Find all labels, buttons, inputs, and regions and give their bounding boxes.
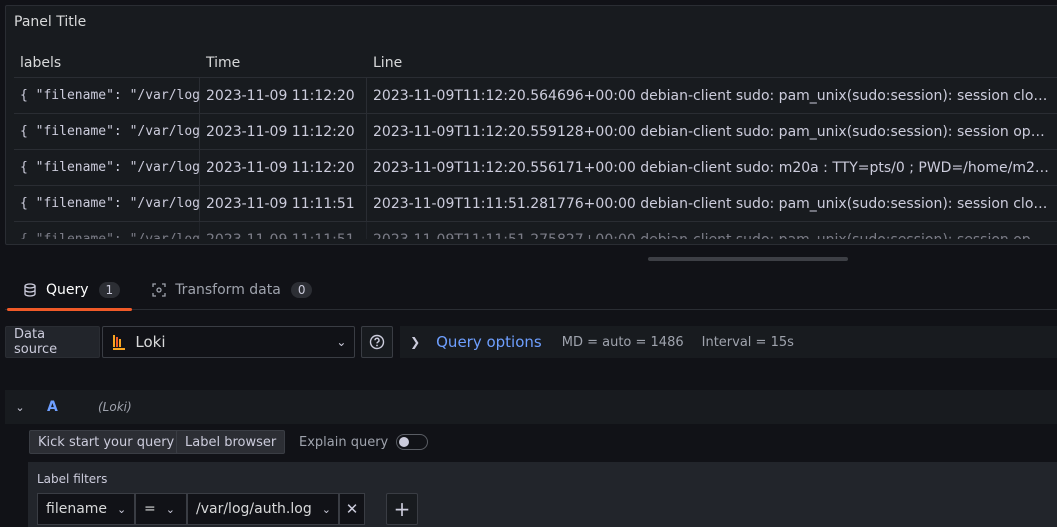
table-header: labels Time Line xyxy=(14,49,1057,78)
label-filters-section: Label filters filename ⌄ = ⌄ /var/log/au… xyxy=(28,462,1057,527)
label-browser-button[interactable]: Label browser xyxy=(176,430,286,454)
explain-query-label: Explain query xyxy=(299,434,389,450)
datasource-row: Data source Loki ⌄ ❯ Query options MD = … xyxy=(5,326,1057,358)
query-row-header: ⌄ A (Loki) xyxy=(5,390,1057,424)
time-cell: 2023-11-09 11:12:20 xyxy=(200,150,367,185)
tab-query[interactable]: Query 1 xyxy=(5,270,134,311)
labels-cell: { "filename": "/var/log/auth.log" } xyxy=(14,222,200,239)
table-row[interactable]: { "filename": "/var/log/auth.log" }2023-… xyxy=(14,222,1057,239)
loki-logo-icon xyxy=(111,333,127,351)
database-icon xyxy=(23,283,37,297)
line-text: /lo… xyxy=(1052,160,1053,176)
line-cell: 2023-11-09T11:12:20.564696+00:00 debian-… xyxy=(367,78,1057,113)
line-text: 2023-11-09T11:12:20.556171+00:00 xyxy=(373,159,641,176)
datasource-label: Data source xyxy=(5,326,101,358)
line-cell: 2023-11-09T11:12:20.556171+00:00 debian-… xyxy=(367,150,1057,185)
query-options-link[interactable]: Query options xyxy=(436,333,542,351)
query-options-bar[interactable]: ❯ Query options MD = auto = 1486 Interva… xyxy=(400,326,1057,358)
line-cell: 2023-11-09T11:11:51.275827+00:00 debian-… xyxy=(367,222,1057,240)
line-cell: 2023-11-09T11:11:51.281776+00:00 debian-… xyxy=(367,186,1057,221)
column-header-line[interactable]: Line xyxy=(367,55,1057,71)
table-row[interactable]: { "filename": "/var/log/auth.log" }2023-… xyxy=(14,186,1057,222)
chevron-right-icon: ❯ xyxy=(410,335,421,349)
query-count-badge: 1 xyxy=(98,282,121,298)
question-circle-icon xyxy=(370,334,385,350)
query-datasource-name: (Loki) xyxy=(98,400,132,414)
chevron-down-icon: ⌄ xyxy=(117,502,127,516)
query-editor: Kick start your query Label browser Expl… xyxy=(5,424,1057,527)
operator-value: = xyxy=(144,501,156,517)
transform-count-badge: 0 xyxy=(290,282,313,298)
labels-cell: { "filename": "/var/log/auth.log" } xyxy=(14,186,200,221)
line-text: 2023-11-09T11:12:20.559128+00:00 debian-… xyxy=(373,123,1053,140)
editor-tabs: Query 1 Transform data 0 xyxy=(5,270,1057,311)
column-header-time[interactable]: Time xyxy=(200,55,367,71)
chevron-down-icon: ⌄ xyxy=(165,502,175,516)
logs-table-panel: Panel Title labels Time Line { "filename… xyxy=(5,5,1057,245)
label-value-value: /var/log/auth.log xyxy=(196,501,312,517)
label-filter-row: filename ⌄ = ⌄ /var/log/auth.log ⌄ ✕ + xyxy=(37,493,418,525)
label-key-select[interactable]: filename ⌄ xyxy=(37,493,135,525)
collapse-chevron-icon[interactable]: ⌄ xyxy=(5,401,35,414)
time-cell: 2023-11-09 11:11:51 xyxy=(200,222,367,239)
line-text: 2023-11-09T11:11:51.281776+00:00 debian-… xyxy=(373,195,1053,212)
line-cell: 2023-11-09T11:12:20.559128+00:00 debian-… xyxy=(367,114,1057,149)
label-key-value: filename xyxy=(46,501,108,517)
transform-icon xyxy=(152,283,166,297)
chevron-down-icon: ⌄ xyxy=(321,502,331,516)
tab-transform-label: Transform data xyxy=(175,282,281,298)
table-row[interactable]: { "filename": "/var/log/auth.log" }2023-… xyxy=(14,150,1057,186)
line-text: 2023-11-09T11:12:20.564696+00:00 debian-… xyxy=(373,87,1053,104)
interval-info: Interval = 15s xyxy=(701,334,794,350)
label-value-select[interactable]: /var/log/auth.log ⌄ xyxy=(187,493,339,525)
horizontal-scrollbar[interactable] xyxy=(648,257,848,261)
chevron-down-icon: ⌄ xyxy=(336,335,347,349)
labels-cell: { "filename": "/var/log/auth.log" } xyxy=(14,150,200,185)
add-filter-button[interactable]: + xyxy=(386,493,418,525)
table-row[interactable]: { "filename": "/var/log/auth.log" }2023-… xyxy=(14,114,1057,150)
highlighted-text: debian-client xyxy=(640,159,732,176)
logs-table: labels Time Line { "filename": "/var/log… xyxy=(14,49,1057,239)
kick-start-button[interactable]: Kick start your query xyxy=(29,430,184,454)
table-row[interactable]: { "filename": "/var/log/auth.log" }2023-… xyxy=(14,78,1057,114)
line-text: 2023-11-09T11:11:51.275827+00:00 debian-… xyxy=(373,232,1053,240)
datasource-picker[interactable]: Loki ⌄ xyxy=(102,326,356,358)
labels-cell: { "filename": "/var/log/auth.log" } xyxy=(14,114,200,149)
explain-query-toggle-group: Explain query xyxy=(299,434,429,450)
remove-filter-button[interactable]: ✕ xyxy=(339,493,365,525)
label-filters-title: Label filters xyxy=(37,472,108,486)
datasource-selected: Loki xyxy=(135,333,166,351)
panel-title[interactable]: Panel Title xyxy=(14,14,86,30)
time-cell: 2023-11-09 11:12:20 xyxy=(200,114,367,149)
plus-icon: + xyxy=(393,497,411,521)
time-cell: 2023-11-09 11:11:51 xyxy=(200,186,367,221)
explain-query-toggle[interactable] xyxy=(396,434,429,450)
time-cell: 2023-11-09 11:12:20 xyxy=(200,78,367,113)
help-button[interactable] xyxy=(361,326,394,358)
labels-cell: { "filename": "/var/log/auth.log" } xyxy=(14,78,200,113)
line-text: sudo: m20a : TTY=pts/0 ; PWD=/home/ xyxy=(731,159,1013,176)
highlighted-text: m20a xyxy=(1012,159,1053,176)
tab-transform-data[interactable]: Transform data 0 xyxy=(134,270,326,310)
close-icon: ✕ xyxy=(345,500,359,518)
tab-query-label: Query xyxy=(46,282,89,298)
max-datapoints-info: MD = auto = 1486 xyxy=(561,334,684,350)
column-header-labels[interactable]: labels xyxy=(14,55,200,71)
operator-select[interactable]: = ⌄ xyxy=(135,493,187,525)
query-ref-id[interactable]: A xyxy=(47,399,87,415)
